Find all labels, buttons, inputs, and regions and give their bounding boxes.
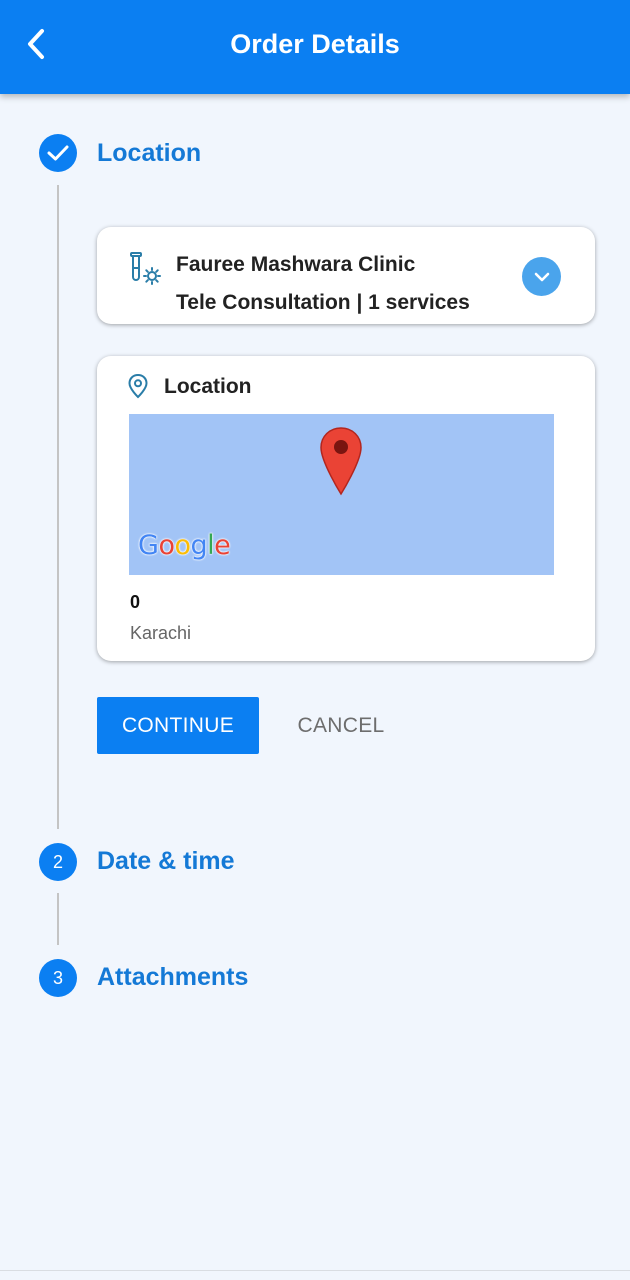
step-2-number: 2 bbox=[52, 851, 63, 872]
location-pin-icon bbox=[128, 373, 148, 399]
location-title: Location bbox=[164, 375, 252, 398]
step-3-title[interactable]: Attachments bbox=[97, 961, 248, 993]
check-icon bbox=[47, 145, 69, 161]
step-3-number: 3 bbox=[52, 967, 63, 988]
app-bar: Order Details bbox=[0, 0, 630, 94]
clinic-name: Fauree Mashwara Clinic bbox=[176, 253, 416, 276]
bottom-divider bbox=[0, 1270, 630, 1271]
cancel-button[interactable]: CANCEL bbox=[286, 697, 396, 754]
expand-button[interactable] bbox=[522, 257, 561, 296]
step-2-circle: 2 bbox=[39, 843, 77, 881]
step-2-connector bbox=[57, 893, 59, 945]
location-card: Location Google 0 Karachi bbox=[97, 356, 595, 661]
step-1-connector bbox=[57, 185, 59, 829]
page-title: Order Details bbox=[230, 29, 400, 59]
chevron-down-icon bbox=[534, 272, 549, 281]
step-1-check-circle bbox=[39, 134, 77, 172]
step-2-title[interactable]: Date & time bbox=[97, 845, 235, 877]
map-view[interactable]: Google bbox=[129, 414, 554, 575]
address-number: 0 bbox=[130, 592, 141, 612]
google-logo: Google bbox=[138, 530, 231, 561]
continue-button[interactable]: CONTINUE bbox=[97, 697, 259, 754]
address-city: Karachi bbox=[130, 623, 192, 643]
step-1-title[interactable]: Location bbox=[97, 137, 201, 169]
clinic-card[interactable]: Fauree Mashwara Clinic Tele Consultation… bbox=[97, 227, 595, 324]
step-3-circle: 3 bbox=[39, 959, 77, 997]
lab-test-tube-icon bbox=[130, 252, 161, 285]
clinic-services: Tele Consultation | 1 services bbox=[176, 291, 470, 314]
map-marker-icon bbox=[320, 427, 362, 496]
